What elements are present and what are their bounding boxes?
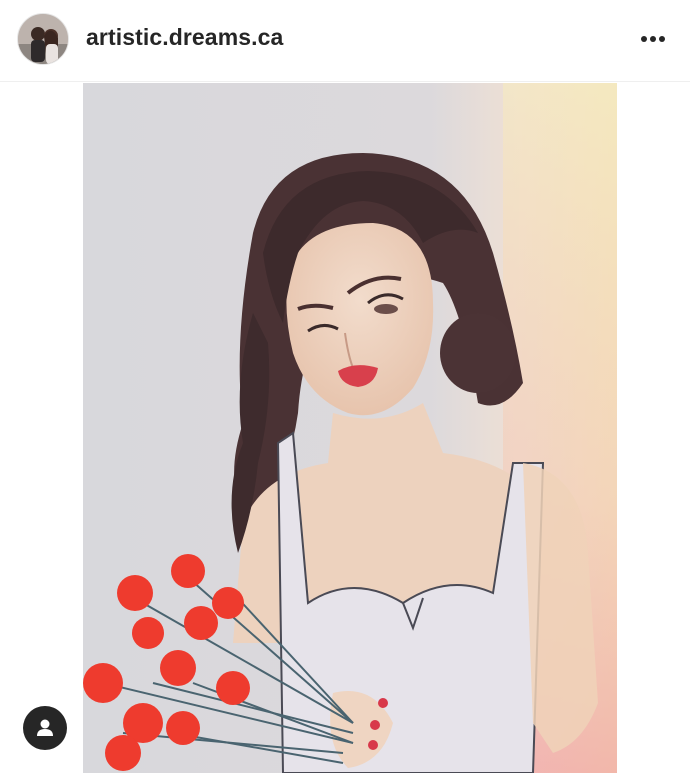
- profile-avatar[interactable]: [17, 13, 69, 65]
- user-tag-icon: [37, 719, 53, 736]
- avatar-image: [18, 14, 68, 64]
- username-link[interactable]: artistic.dreams.ca: [86, 24, 283, 51]
- post-header: artistic.dreams.ca: [0, 0, 690, 82]
- more-options-button[interactable]: [628, 24, 678, 54]
- post-image[interactable]: [83, 83, 617, 773]
- artwork-illustration: [83, 83, 617, 773]
- more-options-icon: [641, 36, 665, 42]
- user-tag-button[interactable]: [23, 706, 67, 750]
